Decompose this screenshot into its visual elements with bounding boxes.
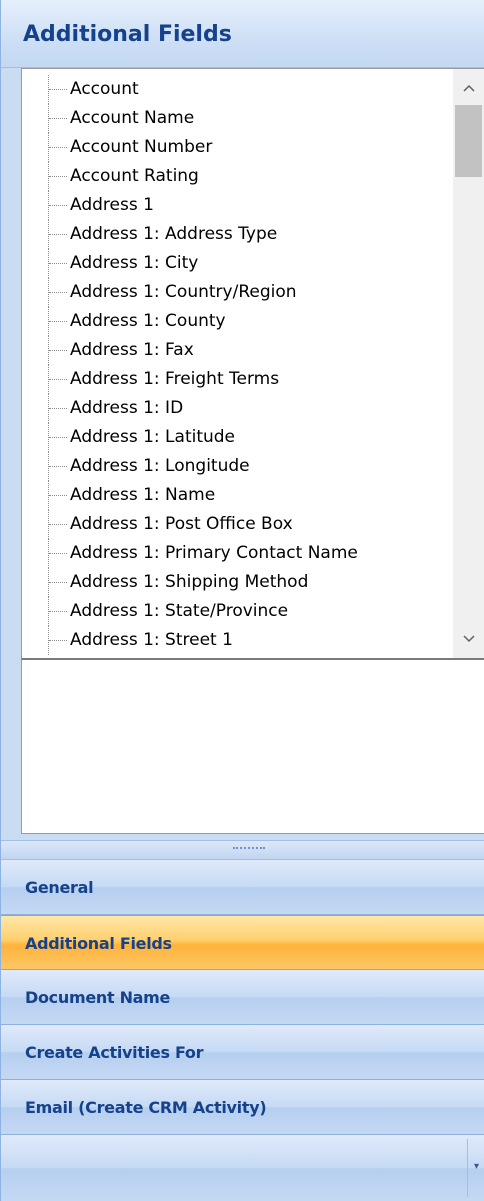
tree-item[interactable]: Address 1: ID	[22, 394, 452, 423]
tree-item[interactable]: Address 1: Primary Contact Name	[22, 539, 452, 568]
tree-item[interactable]: Address 1: Street 1	[22, 626, 452, 655]
tree-list: Account Account Name Account Number Acco…	[22, 75, 452, 655]
field-description-area	[21, 658, 484, 834]
nav-button-label: Email (Create CRM Activity)	[25, 1098, 267, 1117]
tree-item[interactable]: Address 1: Fax	[22, 336, 452, 365]
tree-item[interactable]: Address 1: Latitude	[22, 423, 452, 452]
nav-button-label: Create Activities For	[25, 1043, 204, 1062]
nav-overflow-bar: ▾	[1, 1135, 484, 1201]
nav-button-create-activities-for[interactable]: Create Activities For	[1, 1025, 484, 1080]
tree-item[interactable]: Account	[22, 75, 452, 104]
scroll-thumb[interactable]	[455, 105, 482, 177]
fields-tree[interactable]: Account Account Name Account Number Acco…	[21, 68, 484, 659]
tree-item[interactable]: Account Rating	[22, 162, 452, 191]
tree-item[interactable]: Address 1: Country/Region	[22, 278, 452, 307]
chevron-down-icon[interactable]	[453, 624, 484, 654]
separator	[467, 1139, 468, 1197]
chevron-up-icon[interactable]	[453, 73, 484, 103]
nav-button-general[interactable]: General	[1, 860, 484, 915]
grip-icon	[233, 847, 265, 853]
nav-button-additional-fields[interactable]: Additional Fields	[1, 915, 484, 970]
tree-scrollbar[interactable]	[453, 69, 484, 658]
tree-item[interactable]: Address 1: Shipping Method	[22, 568, 452, 597]
nav-button-label: Additional Fields	[25, 934, 172, 953]
tree-item[interactable]: Account Name	[22, 104, 452, 133]
nav-button-email-create-crm-activity[interactable]: Email (Create CRM Activity)	[1, 1080, 484, 1135]
nav-button-document-name[interactable]: Document Name	[1, 970, 484, 1025]
navigation-pane: Additional Fields Account Account Name A…	[0, 0, 484, 1201]
tree-item[interactable]: Address 1	[22, 191, 452, 220]
tree-item[interactable]: Address 1: Name	[22, 481, 452, 510]
overflow-menu-icon[interactable]: ▾	[474, 1161, 479, 1172]
tree-item[interactable]: Address 1: Post Office Box	[22, 510, 452, 539]
tree-item[interactable]: Address 1: Address Type	[22, 220, 452, 249]
pane-header: Additional Fields	[1, 0, 484, 68]
pane-title: Additional Fields	[23, 22, 232, 47]
tree-item[interactable]: Address 1: State/Province	[22, 597, 452, 626]
pane-splitter[interactable]	[1, 840, 484, 860]
nav-button-label: Document Name	[25, 988, 171, 1007]
tree-item[interactable]: Account Number	[22, 133, 452, 162]
nav-button-label: General	[25, 878, 94, 897]
tree-item[interactable]: Address 1: City	[22, 249, 452, 278]
tree-item[interactable]: Address 1: Longitude	[22, 452, 452, 481]
tree-item[interactable]: Address 1: Freight Terms	[22, 365, 452, 394]
tree-item[interactable]: Address 1: County	[22, 307, 452, 336]
